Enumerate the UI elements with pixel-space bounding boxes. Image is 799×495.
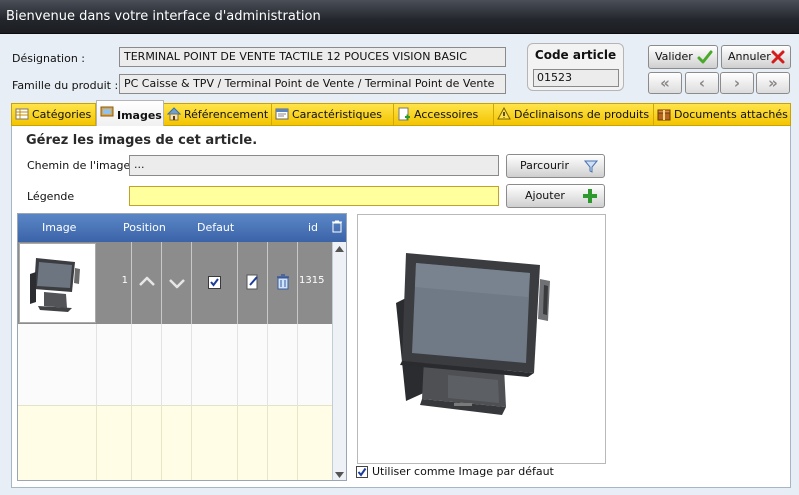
window-icon [275, 108, 289, 120]
close-icon [771, 50, 785, 64]
last-record-button[interactable]: » [756, 72, 790, 94]
legende-label: Légende [27, 190, 75, 203]
images-grid: Image Position Defaut id 1 1315 [17, 213, 347, 481]
scroll-down-arrow-icon[interactable] [335, 472, 344, 478]
default-checkbox-icon[interactable] [208, 276, 221, 289]
tab-declinaisons[interactable]: Déclinaisons de produits [494, 104, 654, 125]
column-header-id[interactable]: id [308, 221, 318, 234]
delete-icon[interactable] [276, 274, 290, 290]
tab-documents[interactable]: Documents attachés [654, 104, 790, 125]
first-record-button[interactable]: « [648, 72, 682, 94]
ajouter-label: Ajouter [525, 189, 565, 202]
column-header-defaut[interactable]: Defaut [197, 221, 234, 234]
tab-categories[interactable]: Catégories [12, 104, 96, 125]
move-down-icon[interactable] [168, 277, 186, 289]
pos-terminal-image [396, 253, 550, 415]
tab-label: Déclinaisons de produits [514, 108, 650, 121]
tab-images[interactable]: Images [96, 100, 164, 127]
scroll-up-arrow-icon[interactable] [335, 246, 344, 252]
grid-scrollbar[interactable] [332, 242, 346, 480]
column-header-position[interactable]: Position [123, 221, 166, 234]
image-preview [357, 214, 606, 464]
utiliser-defaut-label: Utiliser comme Image par défaut [372, 465, 554, 478]
code-article-title: Code article [534, 48, 617, 62]
plus-icon [583, 189, 597, 203]
checkmark-icon [357, 467, 367, 477]
house-icon [167, 107, 181, 121]
package-icon [657, 109, 671, 121]
parcourir-label: Parcourir [520, 159, 570, 172]
tab-label: Accessoires [414, 108, 479, 121]
tab-accessoires[interactable]: Accessoires [394, 104, 494, 125]
tab-caracteristiques[interactable]: Caractéristiques [272, 104, 394, 125]
id-value: 1315 [299, 275, 325, 286]
designation-label: Désignation : [12, 52, 85, 65]
image-path-field[interactable]: ... [129, 155, 499, 176]
grid-header: Image Position Defaut id [18, 214, 346, 242]
window-title: Bienvenue dans votre interface d'adminis… [0, 0, 799, 34]
annuler-button[interactable]: Annuler [721, 45, 791, 69]
move-up-icon[interactable] [138, 275, 156, 287]
table-row[interactable]: 1 1315 [18, 242, 332, 324]
famille-label: Famille du produit : [12, 79, 119, 92]
column-header-image[interactable]: Image [42, 221, 76, 234]
add-doc-icon [398, 107, 410, 121]
product-thumbnail[interactable] [19, 243, 96, 323]
tab-referencement[interactable]: Référencement [164, 104, 272, 125]
warning-icon [497, 107, 511, 120]
image-path-label: Chemin de l'image [27, 159, 131, 172]
pos-terminal-thumbnail-icon [30, 258, 80, 312]
table-row-empty [18, 406, 332, 480]
parcourir-button[interactable]: Parcourir [506, 154, 605, 178]
designation-field: TERMINAL POINT DE VENTE TACTILE 12 POUCE… [119, 47, 506, 67]
valider-label: Valider [655, 50, 693, 63]
famille-field: PC Caisse & TPV / Terminal Point de Vent… [119, 74, 506, 94]
code-article-panel: Code article 01523 [527, 43, 624, 91]
utiliser-defaut-checkbox[interactable] [356, 466, 368, 478]
edit-icon[interactable] [246, 274, 260, 290]
tab-label: Référencement [184, 108, 269, 121]
position-value: 1 [121, 275, 128, 286]
tab-label: Caractéristiques [292, 108, 382, 121]
code-article-field: 01523 [533, 69, 619, 87]
table-row-empty [18, 324, 332, 406]
next-record-button[interactable]: › [720, 72, 754, 94]
tab-label: Documents attachés [674, 108, 788, 121]
tab-label: Catégories [32, 108, 92, 121]
trash-header-icon[interactable] [332, 220, 342, 233]
tab-bar: Catégories Images Référencement Caractér… [11, 100, 791, 127]
checkmark-icon [697, 50, 713, 64]
valider-button[interactable]: Valider [648, 45, 718, 69]
filter-icon [584, 160, 598, 173]
annuler-label: Annuler [728, 50, 771, 63]
grid-icon [15, 108, 29, 120]
section-title: Gérez les images de cet article. [26, 133, 258, 148]
images-icon [100, 106, 114, 117]
previous-record-button[interactable]: ‹ [685, 72, 719, 94]
legende-input[interactable] [129, 186, 499, 206]
ajouter-button[interactable]: Ajouter [506, 184, 605, 208]
tab-label: Images [117, 109, 162, 122]
